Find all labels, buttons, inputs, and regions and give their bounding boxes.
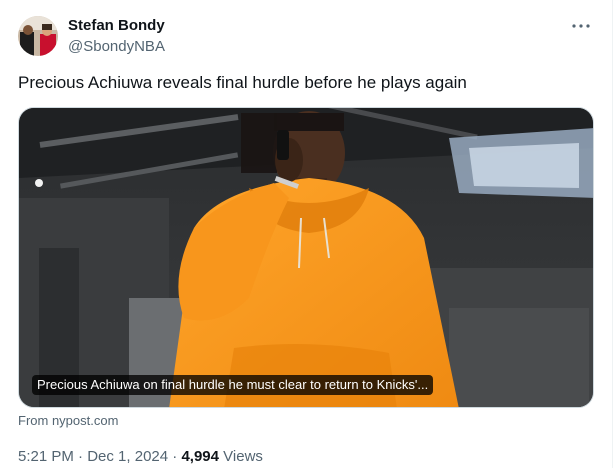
author-name[interactable]: Stefan Bondy: [68, 16, 165, 36]
more-button[interactable]: [569, 14, 593, 38]
more-horizontal-icon: [572, 24, 590, 28]
link-card[interactable]: Precious Achiuwa on final hurdle he must…: [18, 107, 594, 408]
tweet-time[interactable]: 5:21 PM: [18, 448, 74, 465]
views-label: Views: [219, 448, 263, 465]
card-source-link[interactable]: From nypost.com: [18, 413, 118, 429]
avatar[interactable]: [18, 16, 58, 56]
author-handle[interactable]: @SbondyNBA: [68, 37, 165, 57]
tweet-text: Precious Achiuwa reveals final hurdle be…: [18, 73, 467, 92]
meta-separator: ·: [73, 448, 88, 465]
card-image: [19, 108, 593, 407]
card-caption: Precious Achiuwa on final hurdle he must…: [32, 375, 434, 395]
tweet-meta: 5:21 PM · Dec 1, 2024 · 4,994 Views: [18, 447, 263, 467]
views-count: 4,994: [181, 448, 219, 465]
meta-separator: ·: [168, 448, 182, 465]
tweet-date[interactable]: Dec 1, 2024: [87, 448, 168, 465]
